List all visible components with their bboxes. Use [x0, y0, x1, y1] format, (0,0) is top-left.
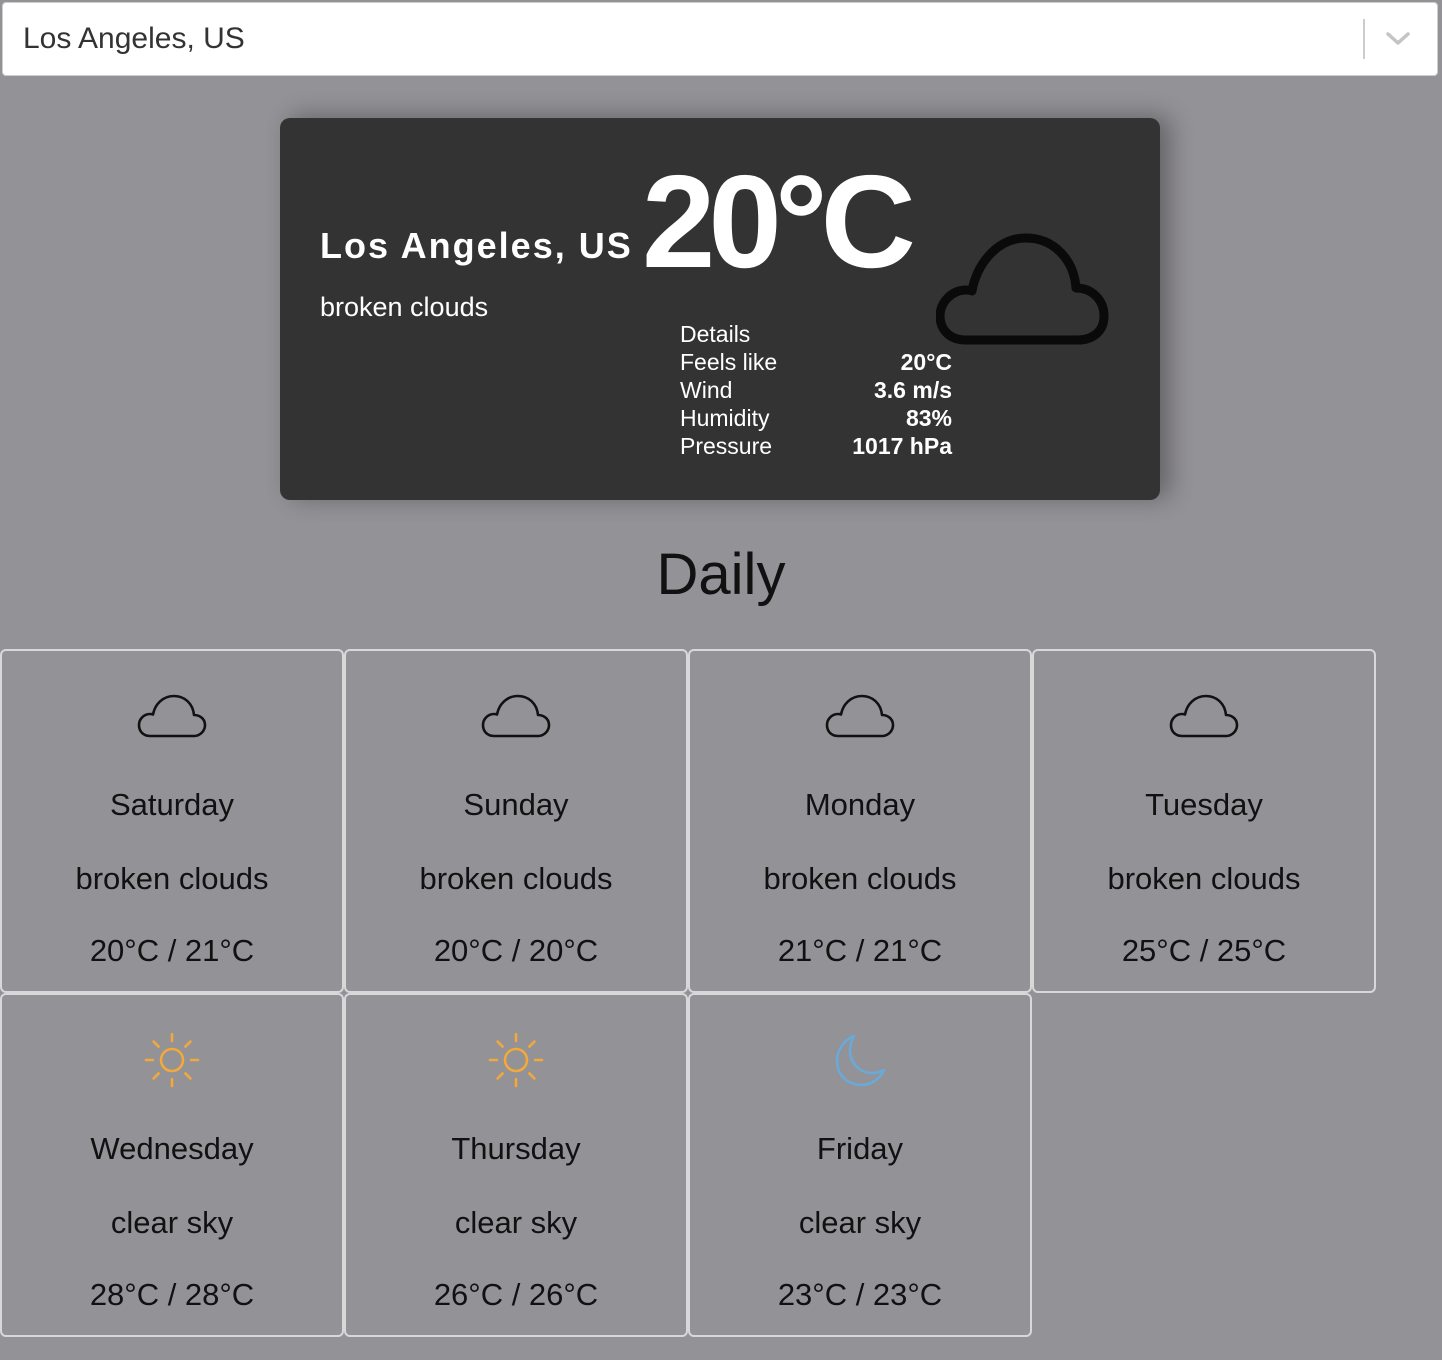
city-select[interactable]: Los Angeles, US [2, 2, 1438, 76]
forecast-card-monday[interactable]: Monday broken clouds 21°C / 21°C [688, 649, 1032, 993]
forecast-range: 28°C / 28°C [89, 1277, 255, 1312]
details-heading: Details [680, 321, 751, 347]
forecast-range: 20°C / 21°C [89, 933, 255, 968]
forecast-range: 20°C / 20°C [433, 933, 599, 968]
cloud-icon [2, 681, 342, 751]
forecast-condition: clear sky [454, 1205, 578, 1240]
moon-icon [690, 1025, 1030, 1095]
forecast-condition: clear sky [110, 1205, 234, 1240]
detail-label: Pressure [680, 433, 773, 459]
forecast-condition: broken clouds [419, 861, 613, 896]
forecast-card-thursday[interactable]: Thursday clear sky 26°C / 26°C [344, 993, 688, 1337]
detail-label: Humidity [680, 405, 770, 431]
city-select-value: Los Angeles, US [23, 22, 245, 55]
sun-icon [2, 1025, 342, 1095]
forecast-card-wednesday[interactable]: Wednesday clear sky 28°C / 28°C [0, 993, 344, 1337]
forecast-day: Sunday [463, 787, 569, 822]
forecast-condition: broken clouds [763, 861, 957, 896]
detail-row-humidity: Humidity 83% [680, 404, 952, 432]
sun-icon [346, 1025, 686, 1095]
cloud-icon [1034, 681, 1374, 751]
current-weather-card: Los Angeles, US broken clouds 20°C Detai… [280, 118, 1160, 500]
current-city: Los Angeles, US [320, 225, 633, 266]
current-description: broken clouds [320, 292, 489, 322]
detail-row-pressure: Pressure 1017 hPa [680, 432, 952, 460]
forecast-condition: broken clouds [1107, 861, 1301, 896]
forecast-day: Thursday [451, 1131, 581, 1166]
forecast-day: Wednesday [90, 1131, 254, 1166]
detail-value: 3.6 m/s [874, 377, 952, 403]
cloud-icon [346, 681, 686, 751]
detail-label: Feels like [680, 349, 778, 375]
chevron-down-icon[interactable] [1385, 2, 1437, 76]
forecast-day: Tuesday [1145, 787, 1263, 822]
details-heading-row: Details [680, 320, 952, 348]
detail-row-feels-like: Feels like 20°C [680, 348, 952, 376]
cloud-icon [935, 232, 1110, 352]
weather-app: Los Angeles, US Los Angeles, US broken c… [0, 0, 1442, 1360]
forecast-range: 21°C / 21°C [777, 933, 943, 968]
forecast-range: 25°C / 25°C [1121, 933, 1287, 968]
forecast-card-sunday[interactable]: Sunday broken clouds 20°C / 20°C [344, 649, 688, 993]
forecast-condition: broken clouds [75, 861, 269, 896]
current-temperature: 20°C [642, 148, 916, 295]
forecast-day: Saturday [109, 787, 235, 822]
forecast-condition: clear sky [798, 1205, 922, 1240]
detail-label: Wind [680, 377, 733, 403]
forecast-card-tuesday[interactable]: Tuesday broken clouds 25°C / 25°C [1032, 649, 1376, 993]
forecast-day: Monday [804, 787, 916, 822]
detail-value: 20°C [900, 349, 952, 375]
daily-heading: Daily [656, 542, 786, 607]
forecast-card-saturday[interactable]: Saturday broken clouds 20°C / 21°C [0, 649, 344, 993]
forecast-range: 26°C / 26°C [433, 1277, 599, 1312]
forecast-range: 23°C / 23°C [777, 1277, 943, 1312]
detail-row-wind: Wind 3.6 m/s [680, 376, 952, 404]
cloud-icon [690, 681, 1030, 751]
detail-value: 83% [905, 405, 952, 431]
detail-value: 1017 hPa [852, 433, 952, 459]
forecast-day: Friday [816, 1131, 904, 1166]
details-table: Details Feels like 20°C Wind 3.6 m/s Hum… [680, 320, 952, 460]
select-separator [1363, 19, 1365, 59]
forecast-card-friday[interactable]: Friday clear sky 23°C / 23°C [688, 993, 1032, 1337]
